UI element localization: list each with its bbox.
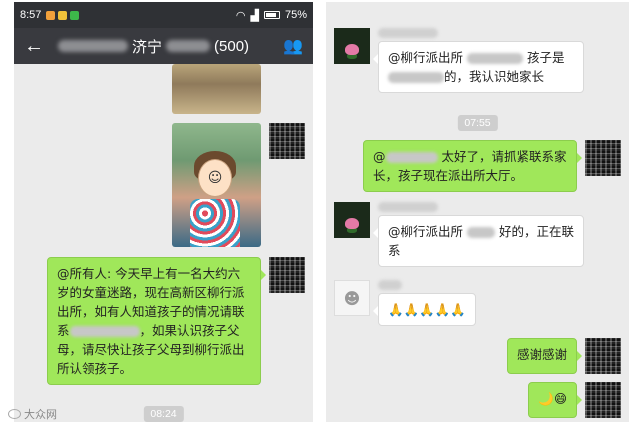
message-bubble-announcement[interactable]: @所有人: 今天早上有一名大约六岁的女童迷路，现在高新区柳行派出所，如有人知道孩…	[47, 257, 266, 385]
chat-titlebar: ← 济宁 (500) 👥	[14, 28, 313, 64]
watermark-text: 大众网	[24, 409, 57, 421]
redacted-phone	[69, 326, 140, 337]
left-chat-screen: 8:57 ◠ ▟ 75% ← 济宁 (500) 👥 ☺ @所有人: 今天早上有一…	[14, 2, 313, 422]
message-bubble[interactable]: @柳行派出所 孩子是 的，我认识她家长	[373, 41, 584, 93]
redacted-group-name	[58, 40, 128, 52]
weibo-icon	[8, 409, 21, 419]
message-bubble-emoji[interactable]: 🙏🙏🙏🙏🙏	[373, 293, 476, 326]
message-row: ☻ 🙏🙏🙏🙏🙏	[334, 280, 476, 326]
photo-message-child[interactable]: ☺	[172, 123, 261, 247]
message-text: 感谢感谢	[516, 347, 567, 362]
redacted-sender-name	[378, 202, 438, 212]
timestamp: 08:24	[143, 406, 184, 422]
wifi-icon: ◠	[235, 9, 246, 22]
avatar-lotus[interactable]	[334, 202, 370, 238]
avatar-sketch[interactable]: ☻	[334, 280, 370, 316]
redacted-text	[388, 72, 444, 83]
message-bubble[interactable]: @柳行派出所 好的，正在联系	[373, 215, 584, 267]
message-row: ☺	[172, 123, 305, 247]
status-time: 8:57	[20, 9, 42, 21]
avatar[interactable]	[269, 123, 305, 159]
watermark: 大众网	[8, 406, 57, 422]
message-text: 🌙😄	[538, 391, 567, 406]
message-text: @柳行派出所	[388, 224, 464, 239]
right-chat-screen: @柳行派出所 孩子是 的，我认识她家长 07:55 @ 太好了，请抓紧联系家长，…	[326, 2, 629, 422]
redacted-sender-name	[378, 280, 402, 290]
timestamp: 07:55	[457, 115, 498, 131]
redacted-sender-name	[378, 28, 438, 38]
member-count: (500)	[214, 37, 250, 55]
lotus-icon	[345, 218, 359, 229]
wechat-notification-icon	[70, 10, 80, 20]
avatar[interactable]	[585, 140, 621, 176]
notification-icon	[46, 10, 56, 20]
message-row: 感谢感谢	[506, 338, 621, 374]
avatar[interactable]	[585, 382, 621, 418]
avatar-lotus[interactable]	[334, 28, 370, 64]
photo-message[interactable]	[172, 64, 261, 114]
message-bubble[interactable]: 感谢感谢	[506, 338, 583, 374]
message-text: 🙏🙏🙏🙏🙏	[388, 302, 466, 317]
message-bubble-emoji[interactable]: 🌙😄	[528, 382, 582, 418]
message-row: 🌙😄	[528, 382, 621, 418]
message-row: @柳行派出所 好的，正在联系	[334, 202, 584, 267]
lotus-icon	[345, 44, 359, 55]
avatar[interactable]	[269, 257, 305, 293]
battery-percent: 75%	[284, 9, 307, 21]
redacted-text	[467, 53, 523, 64]
redacted-text	[467, 227, 495, 238]
message-bubble[interactable]: @ 太好了，请抓紧联系家长，孩子现在派出所大厅。	[363, 140, 582, 192]
smiley-face-icon: ☺	[198, 159, 232, 197]
group-members-icon[interactable]: 👥	[283, 36, 303, 56]
message-text: 孩子是	[526, 50, 565, 65]
message-row: @柳行派出所 孩子是 的，我认识她家长	[334, 28, 584, 93]
message-row: @ 太好了，请抓紧联系家长，孩子现在派出所大厅。	[363, 140, 621, 192]
battery-icon	[263, 11, 280, 19]
arrow-left-icon[interactable]: ←	[24, 35, 44, 58]
message-text: @柳行派出所	[388, 50, 464, 65]
group-name: 济宁	[132, 38, 163, 56]
photo-detail	[190, 199, 240, 247]
redacted-group-name	[166, 40, 211, 52]
notification-icon	[58, 10, 68, 20]
avatar[interactable]	[585, 338, 621, 374]
status-bar: 8:57 ◠ ▟ 75%	[14, 2, 313, 28]
signal-icon: ▟	[250, 9, 259, 22]
message-row	[172, 64, 305, 114]
message-row: @所有人: 今天早上有一名大约六岁的女童迷路，现在高新区柳行派出所，如有人知道孩…	[47, 257, 305, 385]
message-text: @	[373, 149, 386, 164]
message-text: 的，我认识她家长	[444, 69, 545, 84]
redacted-text	[385, 152, 438, 163]
